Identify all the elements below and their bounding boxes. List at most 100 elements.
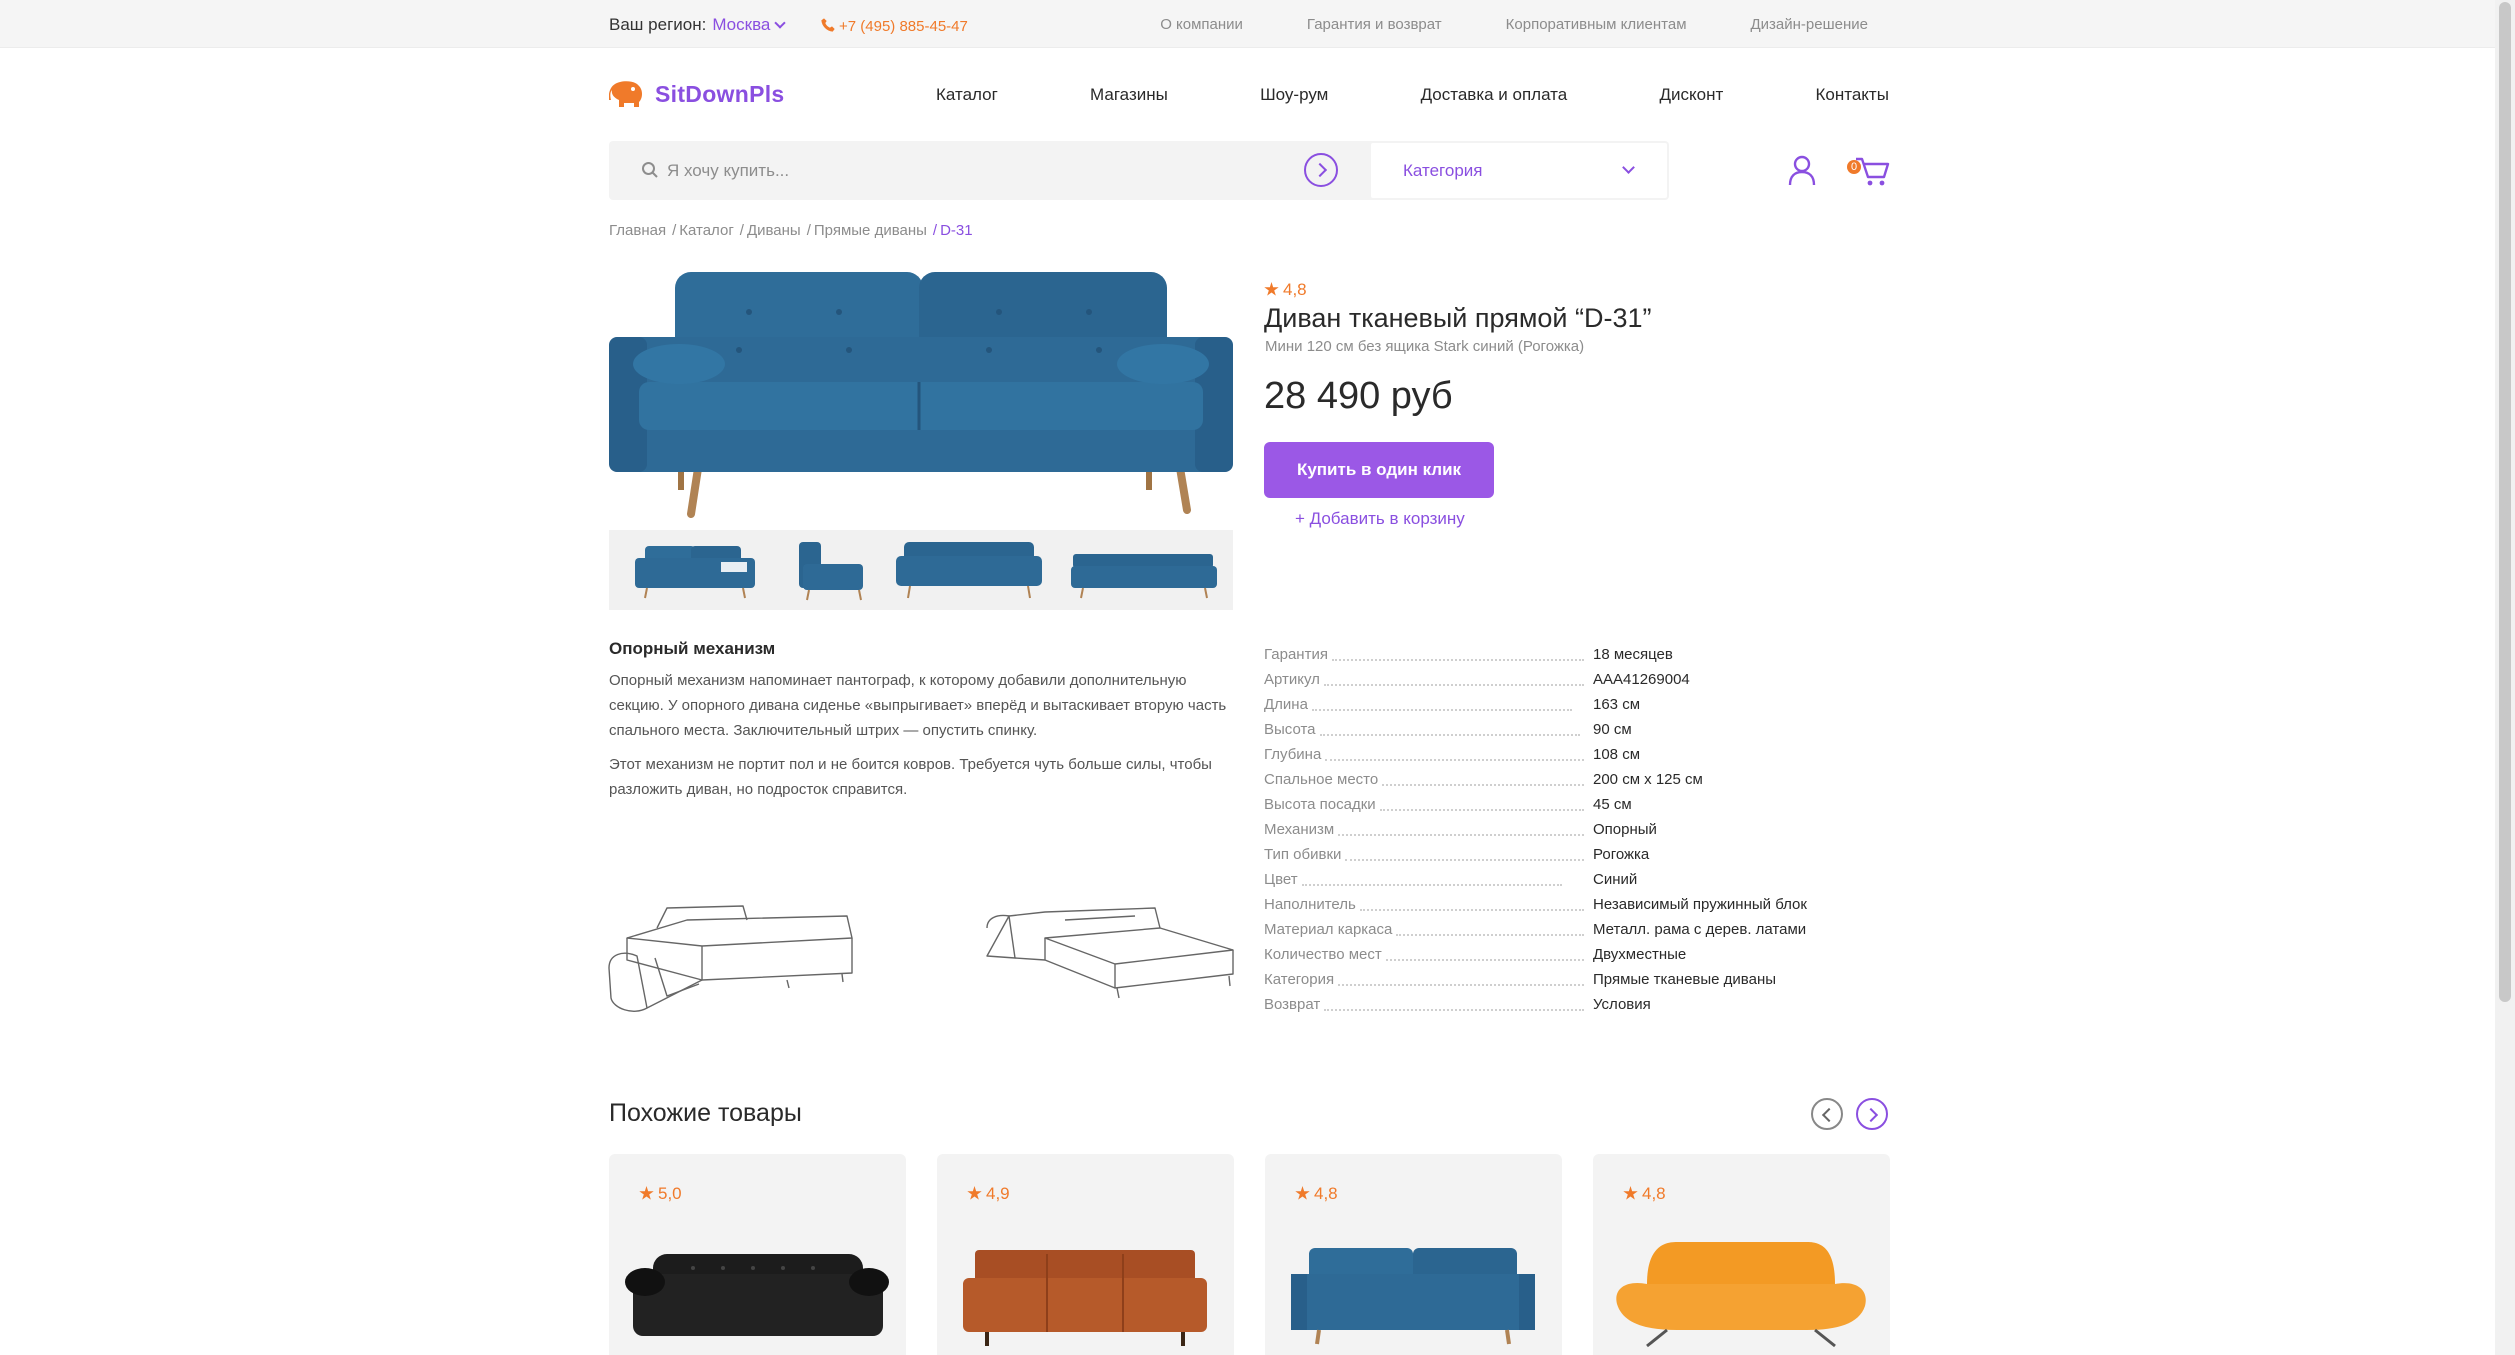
thumbnail-4[interactable]: [1069, 536, 1219, 604]
spec-label: Гарантия: [1264, 646, 1328, 663]
top-link-about[interactable]: О компании: [1160, 16, 1243, 33]
region-selector[interactable]: Ваш регион: Москва: [609, 15, 787, 35]
spec-dotted-leader: [1311, 708, 1572, 711]
spec-row: Длина 163 см: [1264, 692, 1894, 717]
cart-count-badge: 0: [1847, 160, 1861, 174]
similar-product-card[interactable]: 4,8: [1265, 1154, 1562, 1355]
spec-row: Количество мест Двухместные: [1264, 942, 1894, 967]
star-icon: [639, 1186, 654, 1200]
breadcrumb: Главная / Каталог / Диваны / Прямые диваны / D-3…: [609, 222, 973, 239]
elephant-logo-icon: [609, 81, 642, 107]
buy-one-click-button[interactable]: Купить в один клик: [1264, 442, 1494, 498]
spec-value: 90 см: [1593, 721, 1632, 738]
top-bar: Ваш регион: Москва +7 (495) 885-45-47 О к…: [0, 0, 2495, 48]
spec-label: Высота: [1264, 721, 1316, 738]
nav-catalog[interactable]: Каталог: [936, 85, 998, 105]
top-link-warranty[interactable]: Гарантия и возврат: [1307, 16, 1442, 33]
nav-contacts[interactable]: Контакты: [1816, 85, 1889, 105]
thumbnail-2[interactable]: [789, 536, 869, 604]
similar-product-image: [625, 1254, 889, 1336]
nav-discount[interactable]: Дисконт: [1659, 85, 1723, 105]
nav-stores[interactable]: Магазины: [1090, 85, 1168, 105]
scrollbar-thumb[interactable]: [2499, 2, 2511, 1002]
user-icon[interactable]: [1787, 154, 1817, 186]
spec-value: 18 месяцев: [1593, 646, 1673, 663]
product-rating: 4,8: [1264, 280, 1307, 300]
similar-product-image: [1616, 1242, 1866, 1348]
card-rating-value: 5,0: [658, 1184, 682, 1203]
spec-row: Гарантия 18 месяцев: [1264, 642, 1894, 667]
spec-label: Материал каркаса: [1264, 921, 1393, 938]
spec-row: Высота 90 см: [1264, 717, 1894, 742]
breadcrumb-straight-sofas[interactable]: Прямые диваны: [814, 222, 927, 239]
spec-value: 163 см: [1593, 696, 1641, 713]
breadcrumb-sofas[interactable]: Диваны: [747, 222, 801, 239]
phone-icon: [821, 18, 835, 32]
spec-dotted-leader: [1338, 833, 1584, 836]
product-title: Диван тканевый прямой “D-31”: [1264, 303, 1652, 333]
main-nav: Каталог Магазины Шоу-рум Доставка и опла…: [936, 85, 1889, 105]
breadcrumb-home[interactable]: Главная: [609, 222, 666, 239]
region-city[interactable]: Москва: [712, 15, 770, 34]
search-submit-button[interactable]: [1304, 153, 1338, 187]
vertical-scrollbar[interactable]: [2495, 0, 2515, 1355]
chevron-down-icon: [1622, 161, 1635, 174]
breadcrumb-catalog[interactable]: Каталог: [679, 222, 734, 239]
similar-product-card[interactable]: 4,9: [937, 1154, 1234, 1355]
category-select[interactable]: Категория: [1371, 143, 1667, 198]
spec-dotted-leader: [1382, 783, 1584, 786]
spec-label: Длина: [1264, 696, 1308, 713]
add-to-cart-link[interactable]: + Добавить в корзину: [1295, 509, 1465, 529]
chevron-down-icon[interactable]: [774, 17, 787, 29]
region-label: Ваш регион:: [609, 15, 707, 34]
spec-label: Механизм: [1264, 821, 1335, 838]
similar-product-card[interactable]: 4,8: [1593, 1154, 1890, 1355]
spec-row: Глубина 108 см: [1264, 742, 1894, 767]
similar-product-card[interactable]: 5,0: [609, 1154, 906, 1355]
spec-label: Количество мест: [1264, 946, 1382, 963]
card-rating: 4,8: [1623, 1184, 1666, 1204]
product-thumbnails: [609, 530, 1233, 610]
top-link-design[interactable]: Дизайн-решение: [1751, 16, 1868, 33]
logo[interactable]: SitDownPls: [609, 80, 785, 108]
spec-value[interactable]: Условия: [1593, 996, 1651, 1013]
search-input[interactable]: [667, 156, 1267, 186]
spec-value: AAA41269004: [1593, 671, 1690, 688]
spec-dotted-leader: [1331, 658, 1584, 661]
spec-dotted-leader: [1323, 683, 1584, 686]
product-main-image[interactable]: [609, 262, 1233, 518]
thumbnail-3[interactable]: [894, 536, 1044, 604]
mechanism-sketch-unfolded: [986, 907, 1234, 999]
similar-product-image: [1291, 1248, 1535, 1345]
spec-dotted-leader: [1324, 1008, 1584, 1011]
spec-row: Наполнитель Независимый пружинный блок: [1264, 892, 1894, 917]
spec-row: Механизм Опорный: [1264, 817, 1894, 842]
carousel-prev-button[interactable]: [1811, 1098, 1843, 1130]
spec-label: Высота посадки: [1264, 796, 1376, 813]
phone-link[interactable]: +7 (495) 885-45-47: [820, 15, 968, 35]
mechanism-description: Опорный механизм напоминает пантограф, к…: [609, 668, 1229, 802]
card-rating-value: 4,8: [1642, 1184, 1666, 1203]
product-subtitle: Мини 120 см без ящика Stark синий (Рогож…: [1265, 338, 1585, 355]
spec-row: Тип обивки Рогожка: [1264, 842, 1894, 867]
spec-dotted-leader: [1385, 958, 1584, 961]
mechanism-paragraph: Опорный механизм напоминает пантограф, к…: [609, 672, 1227, 739]
star-icon: [1295, 1186, 1310, 1200]
thumbnail-1[interactable]: [631, 536, 759, 604]
spec-value: Синий: [1593, 871, 1638, 888]
top-link-corporate[interactable]: Корпоративным клиентам: [1506, 16, 1687, 33]
spec-value: 108 см: [1593, 746, 1641, 763]
spec-value: Рогожка: [1593, 846, 1650, 863]
spec-value: Металл. рама с дерев. латами: [1593, 921, 1807, 938]
spec-dotted-leader: [1379, 808, 1584, 811]
card-rating-value: 4,8: [1314, 1184, 1338, 1203]
spec-label: Спальное место: [1264, 771, 1379, 788]
spec-value: Опорный: [1593, 821, 1657, 838]
spec-value: 200 см х 125 см: [1593, 771, 1703, 788]
spec-row: Материал каркаса Металл. рама с дерев. ла…: [1264, 917, 1894, 942]
card-rating-value: 4,9: [986, 1184, 1010, 1203]
spec-label: Цвет: [1264, 871, 1298, 888]
nav-delivery[interactable]: Доставка и оплата: [1421, 85, 1568, 105]
carousel-next-button[interactable]: [1856, 1098, 1888, 1130]
nav-showroom[interactable]: Шоу-рум: [1260, 85, 1328, 105]
